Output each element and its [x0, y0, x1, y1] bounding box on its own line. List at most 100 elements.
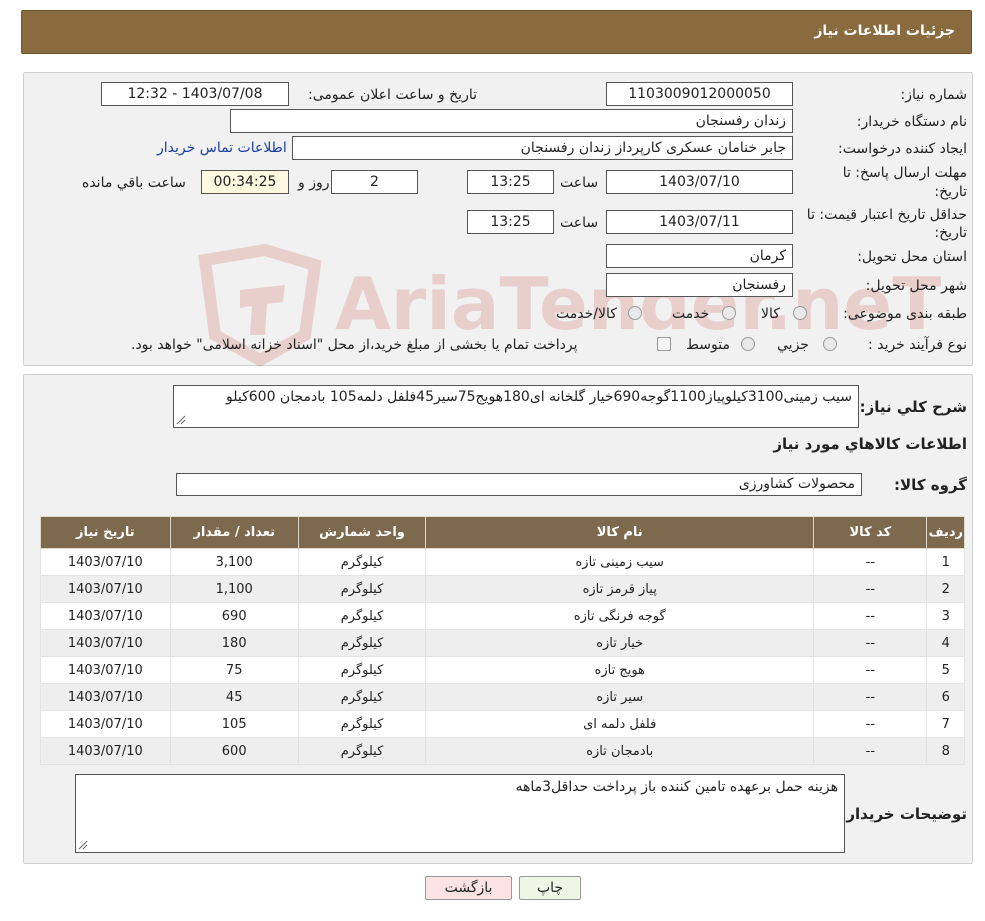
deadline-label-date: تاریخ:	[934, 184, 967, 200]
table-header-row: ردیف کد کالا نام کالا واحد شمارش تعداد /…	[40, 516, 965, 549]
cell-unit: کیلوگرم	[297, 575, 427, 603]
cell-code: --	[813, 602, 928, 630]
cell-unit: کیلوگرم	[297, 710, 427, 738]
cell-unit: کیلوگرم	[297, 602, 427, 630]
cell-row: 5	[926, 656, 965, 684]
remaining-time-label: ساعت باقي مانده	[82, 175, 186, 191]
cell-code: --	[813, 656, 928, 684]
category-goods-service-radio[interactable]	[628, 306, 642, 320]
cell-code: --	[813, 710, 928, 738]
table-row: 4 -- خیار تازه کیلوگرم 180 1403/07/10	[40, 629, 965, 657]
back-button[interactable]: بازگشت	[425, 876, 512, 900]
need-number-label: شماره نیاز:	[900, 87, 968, 103]
process-medium-radio[interactable]	[741, 337, 755, 351]
cell-qty: 1,100	[169, 575, 299, 603]
buyer-notes-field: هزینه حمل برعهده تامین کننده باز پرداخت …	[75, 774, 845, 853]
cell-unit: کیلوگرم	[297, 548, 427, 576]
cell-date: 1403/07/10	[40, 575, 171, 603]
cell-qty: 75	[169, 656, 299, 684]
cell-unit: کیلوگرم	[297, 629, 427, 657]
cell-code: --	[813, 737, 928, 765]
cell-name: پیاز قرمز تازه	[425, 575, 815, 603]
price-validity-label-date: تاریخ:	[934, 225, 967, 241]
summary-field: سیب زمینی3100کیلوپیاز1100گوجه690خیار گلخ…	[173, 385, 859, 428]
days-label: روز و	[298, 175, 330, 191]
treasury-checkbox[interactable]	[657, 337, 671, 351]
category-goods-radio[interactable]	[793, 306, 807, 320]
resize-handle-icon[interactable]	[78, 840, 88, 850]
creator-field: جابر خنامان عسکری کارپرداز زندان رفسنجان	[292, 136, 793, 160]
cell-unit: کیلوگرم	[297, 737, 427, 765]
table-row: 6 -- سیر تازه کیلوگرم 45 1403/07/10	[40, 683, 965, 711]
cell-code: --	[813, 575, 928, 603]
province-field: کرمان	[606, 244, 793, 268]
price-validity-label: حداقل تاریخ اعتبار قیمت: تا	[806, 207, 967, 223]
col-name-header: نام کالا	[425, 516, 815, 549]
deadline-time-label: ساعت	[560, 175, 599, 191]
cell-code: --	[813, 683, 928, 711]
summary-text: سیب زمینی3100کیلوپیاز1100گوجه690خیار گلخ…	[225, 389, 852, 405]
announce-datetime-field: 1403/07/08 - 12:32	[101, 82, 289, 106]
col-row-header: ردیف	[926, 516, 965, 549]
print-button[interactable]: چاپ	[519, 876, 581, 900]
creator-label: ایجاد کننده درخواست:	[838, 141, 967, 157]
cell-qty: 3,100	[169, 548, 299, 576]
cell-row: 7	[926, 710, 965, 738]
category-goods-label: کالا	[761, 306, 780, 322]
table-row: 5 -- هویج تازه کیلوگرم 75 1403/07/10	[40, 656, 965, 684]
category-service-radio[interactable]	[722, 306, 736, 320]
cell-row: 3	[926, 602, 965, 630]
announce-datetime-label: تاریخ و ساعت اعلان عمومی:	[308, 87, 477, 103]
cell-name: هویج تازه	[425, 656, 815, 684]
cell-date: 1403/07/10	[40, 629, 171, 657]
cell-date: 1403/07/10	[40, 548, 171, 576]
category-goods-service-label: کالا/خدمت	[556, 306, 617, 322]
buyer-contact-link[interactable]: اطلاعات تماس خریدار	[157, 140, 287, 156]
table-row: 3 -- گوجه فرنگی تازه کیلوگرم 690 1403/07…	[40, 602, 965, 630]
category-label: طبقه بندی موضوعی:	[843, 306, 967, 322]
buyer-org-field: زندان رفسنجان	[230, 109, 793, 133]
city-field: رفسنجان	[606, 273, 793, 297]
cell-qty: 180	[169, 629, 299, 657]
cell-date: 1403/07/10	[40, 710, 171, 738]
cell-code: --	[813, 548, 928, 576]
col-code-header: کد کالا	[813, 516, 928, 549]
table-row: 2 -- پیاز قرمز تازه کیلوگرم 1,100 1403/0…	[40, 575, 965, 603]
cell-name: سیب زمینی تازه	[425, 548, 815, 576]
remaining-time-field: 00:34:25	[201, 170, 289, 194]
process-minor-radio[interactable]	[823, 337, 837, 351]
province-label: استان محل تحویل:	[857, 249, 967, 265]
cell-row: 6	[926, 683, 965, 711]
buyer-org-label: نام دستگاه خریدار:	[856, 114, 967, 130]
col-date-header: تاریخ نیاز	[40, 516, 171, 549]
buyer-notes-label: توضیحات خریدار:	[840, 805, 967, 823]
page-title: جزئیات اطلاعات نیاز	[814, 23, 955, 39]
category-service-label: خدمت	[672, 306, 710, 322]
goods-info-title: اطلاعات کالاهاي مورد نياز	[773, 435, 967, 453]
deadline-time-field: 13:25	[467, 170, 554, 194]
cell-unit: کیلوگرم	[297, 683, 427, 711]
cell-row: 8	[926, 737, 965, 765]
cell-code: --	[813, 629, 928, 657]
need-number-field: 1103009012000050	[606, 82, 793, 106]
cell-date: 1403/07/10	[40, 602, 171, 630]
resize-handle-icon[interactable]	[176, 415, 186, 425]
goods-group-label: گروه کالا:	[894, 476, 967, 494]
cell-qty: 690	[169, 602, 299, 630]
process-minor-label: جزیي	[777, 337, 809, 353]
col-qty-header: تعداد / مقدار	[169, 516, 299, 549]
deadline-label: مهلت ارسال پاسخ: تا	[842, 165, 967, 181]
cell-name: فلفل دلمه ای	[425, 710, 815, 738]
cell-qty: 600	[169, 737, 299, 765]
cell-name: بادمجان تازه	[425, 737, 815, 765]
cell-name: خیار تازه	[425, 629, 815, 657]
table-row: 8 -- بادمجان تازه کیلوگرم 600 1403/07/10	[40, 737, 965, 765]
cell-name: سیر تازه	[425, 683, 815, 711]
cell-qty: 45	[169, 683, 299, 711]
process-type-label: نوع فرآیند خرید :	[868, 337, 967, 353]
cell-unit: کیلوگرم	[297, 656, 427, 684]
cell-date: 1403/07/10	[40, 656, 171, 684]
buyer-notes-text: هزینه حمل برعهده تامین کننده باز پرداخت …	[515, 779, 838, 795]
cell-date: 1403/07/10	[40, 683, 171, 711]
col-unit-header: واحد شمارش	[297, 516, 427, 549]
